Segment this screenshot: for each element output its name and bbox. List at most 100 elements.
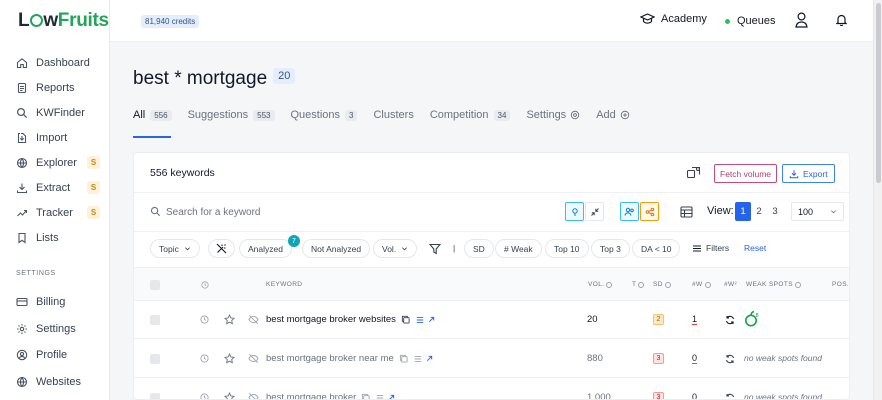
col-keyword[interactable]: KEYWORD	[266, 281, 302, 288]
view-option-2[interactable]: 2	[751, 202, 767, 221]
external-link-icon[interactable]	[388, 394, 395, 400]
filters-label: Filters	[706, 243, 730, 253]
keyword-search-input[interactable]	[166, 203, 526, 221]
eye-off-icon[interactable]	[248, 353, 259, 364]
tab-settings[interactable]: Settings	[526, 106, 580, 124]
magic-wand-off-icon	[216, 243, 227, 254]
fetch-volume-button[interactable]: Fetch volume	[714, 164, 778, 183]
star-icon[interactable]	[224, 353, 235, 364]
col-sd[interactable]: SD	[653, 281, 671, 288]
table-row[interactable]: best mortgage broker 1,000 3 0 no weak s…	[134, 379, 849, 400]
analyzed-filter[interactable]: Analyzed	[239, 239, 292, 258]
keyword-cell[interactable]: best mortgage broker near me	[266, 353, 433, 364]
col-t[interactable]: T	[632, 281, 645, 288]
row-checkbox[interactable]	[150, 393, 160, 399]
filters-button[interactable]: Filters	[692, 243, 729, 253]
col-weak-spots[interactable]: WEAK SPOTS	[746, 281, 801, 288]
select-all-checkbox[interactable]	[150, 280, 160, 290]
scrollbar-thumb[interactable]	[876, 3, 881, 183]
keyword-cell[interactable]: best mortgage broker	[266, 392, 395, 400]
sidebar-item-profile[interactable]: Profile	[0, 342, 110, 369]
clock-icon[interactable]	[200, 315, 209, 324]
copy-icon[interactable]	[399, 354, 408, 363]
da-filter[interactable]: DA < 10	[632, 239, 681, 258]
ai-clustering-icon[interactable]	[686, 165, 702, 181]
tab-add[interactable]: Add	[596, 106, 630, 124]
col-vol[interactable]: VOL.	[588, 281, 613, 288]
academy-link[interactable]: Academy	[640, 13, 707, 25]
share-cluster-button[interactable]	[640, 202, 659, 221]
sidebar-item-billing[interactable]: Billing	[0, 289, 110, 316]
sidebar-item-import[interactable]: Import	[0, 125, 110, 150]
eye-off-icon[interactable]	[248, 314, 259, 325]
view-option-1[interactable]: 1	[735, 202, 751, 221]
tab-clusters[interactable]: Clusters	[373, 106, 413, 124]
view-option-3[interactable]: 3	[767, 202, 783, 221]
col-w2[interactable]: #W²	[724, 281, 737, 288]
list-icon[interactable]	[416, 316, 424, 324]
sidebar-item-explorer[interactable]: Explorer S	[0, 150, 110, 175]
per-page-select[interactable]: 100	[791, 202, 844, 221]
row-checkbox[interactable]	[150, 354, 160, 364]
refresh-icon[interactable]	[725, 354, 735, 364]
bell-icon[interactable]	[836, 14, 847, 26]
sidebar-item-settings[interactable]: Settings	[0, 316, 110, 343]
table-row[interactable]: best mortgage broker websites 20 2 1 8	[134, 301, 849, 339]
queues-link[interactable]: Queues	[725, 15, 776, 27]
vol-filter[interactable]: Vol.	[373, 239, 418, 258]
sidebar: Lw Fruits Dashboard Reports KWFinder Impo…	[0, 0, 110, 400]
table-row[interactable]: best mortgage broker near me 880 3 0 no …	[134, 340, 849, 378]
page-scrollbar[interactable]	[873, 0, 882, 400]
table-layout-icon[interactable]	[680, 206, 693, 218]
reset-filters-link[interactable]: Reset	[744, 243, 766, 253]
pin-icon	[571, 207, 578, 216]
tab-competition[interactable]: Competition 34	[430, 106, 511, 124]
vol-cell: 20	[587, 314, 598, 325]
sidebar-item-lists[interactable]: Lists	[0, 225, 110, 250]
weak-spots-cell[interactable]: 8	[744, 310, 760, 328]
funnel-icon[interactable]	[429, 243, 441, 255]
external-link-icon[interactable]	[428, 316, 435, 323]
not-analyzed-filter[interactable]: Not Analyzed	[302, 239, 371, 258]
tab-all[interactable]: All 556	[133, 106, 172, 124]
row-checkbox[interactable]	[150, 315, 160, 325]
list-icon[interactable]	[414, 355, 422, 363]
user-icon[interactable]	[795, 12, 808, 28]
clock-icon[interactable]	[200, 393, 209, 400]
group-users-button[interactable]	[620, 202, 639, 221]
external-link-icon[interactable]	[426, 355, 433, 362]
magic-filter-button[interactable]	[208, 239, 235, 258]
eye-off-icon[interactable]	[248, 392, 259, 400]
sd-filter[interactable]: SD	[464, 239, 494, 258]
refresh-icon[interactable]	[725, 315, 735, 325]
copy-icon[interactable]	[401, 315, 410, 324]
keyword-cell[interactable]: best mortgage broker websites	[266, 314, 435, 325]
clock-icon[interactable]	[200, 354, 209, 363]
col-w[interactable]: #W	[692, 281, 711, 288]
plan-badge: S	[87, 181, 100, 194]
sidebar-item-kwfinder[interactable]: KWFinder	[0, 100, 110, 125]
col-pos[interactable]: POS.	[832, 281, 849, 288]
sidebar-item-reports[interactable]: Reports	[0, 75, 110, 100]
sidebar-item-dashboard[interactable]: Dashboard	[0, 50, 110, 75]
tab-questions[interactable]: Questions 3	[291, 106, 358, 124]
card-icon	[16, 298, 28, 307]
topic-filter[interactable]: Topic	[150, 239, 200, 258]
star-icon[interactable]	[224, 314, 235, 325]
star-icon[interactable]	[224, 392, 235, 400]
top3-filter[interactable]: Top 3	[591, 239, 630, 258]
export-button[interactable]: Export	[782, 164, 835, 183]
top10-filter[interactable]: Top 10	[545, 239, 589, 258]
tab-suggestions[interactable]: Suggestions 553	[188, 106, 275, 124]
pin-filter-button[interactable]	[565, 202, 584, 221]
refresh-icon[interactable]	[725, 393, 735, 400]
weak-filter[interactable]: # Weak	[495, 239, 542, 258]
collapse-button[interactable]	[585, 202, 604, 221]
sidebar-item-label: Lists	[36, 231, 59, 244]
sidebar-item-tracker[interactable]: Tracker S	[0, 200, 110, 225]
sidebar-item-extract[interactable]: Extract S	[0, 175, 110, 200]
sidebar-item-websites[interactable]: Websites	[0, 369, 110, 396]
list-icon[interactable]	[376, 394, 384, 400]
lowfruits-logo[interactable]: Lw Fruits	[18, 10, 109, 32]
copy-icon[interactable]	[361, 393, 370, 400]
